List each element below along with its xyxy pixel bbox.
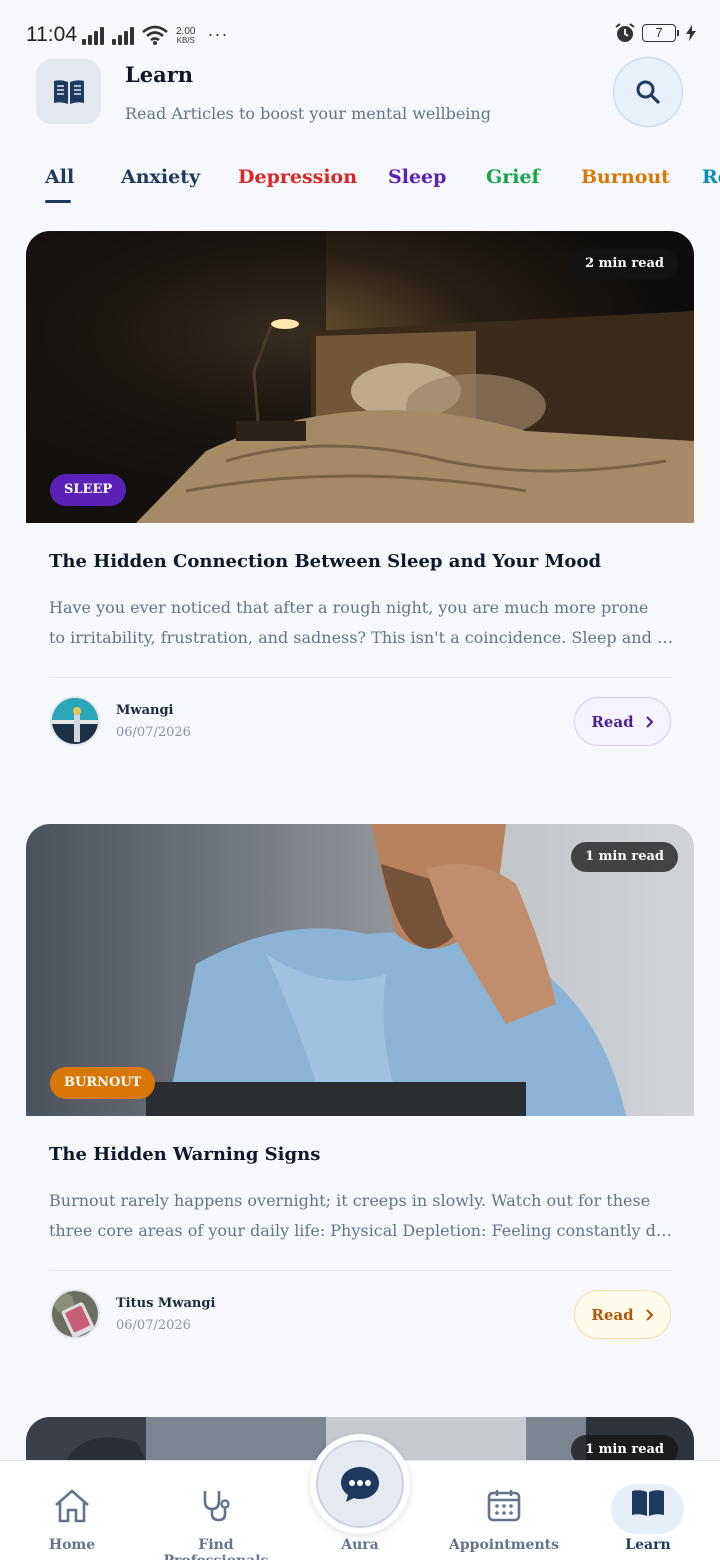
aura-chat-button-inner [316,1440,404,1528]
nav-find-professionals[interactable]: Find Professionals [144,1460,288,1560]
tab-burnout[interactable]: Burnout [581,166,670,188]
signal-icon-2 [112,27,134,45]
article-card[interactable]: 1 min read BURNOUT The Hidden Warning Si… [26,824,694,1384]
nav-learn-label: Learn [625,1537,671,1553]
tab-partial[interactable]: Re [702,166,720,188]
divider [49,1270,672,1271]
nav-find-professionals-label: Find Professionals [163,1537,268,1560]
calendar-icon [487,1490,521,1522]
tab-anxiety[interactable]: Anxiety [121,166,200,188]
active-tab-indicator [45,200,71,203]
article-excerpt: Have you ever noticed that after a rough… [49,593,674,653]
read-time-badge: 2 min read [571,249,678,279]
read-time-badge: 1 min read [571,1435,678,1460]
stethoscope-icon [203,1491,230,1522]
page-subtitle: Read Articles to boost your mental wellb… [125,104,491,123]
article-excerpt: Burnout rarely happens overnight; it cre… [49,1186,674,1246]
signal-icon [82,27,104,45]
excerpt-line: Have you ever noticed that after a rough… [49,598,649,617]
excerpt-line: Burnout rarely happens overnight; it cre… [49,1191,651,1210]
page-title: Learn [125,62,194,87]
chevron-right-icon [645,715,654,728]
nav-aura-label: Aura [341,1537,379,1553]
alarm-icon [615,23,635,42]
home-icon [55,1489,89,1523]
network-speed: 2.00 KB/S [176,26,196,46]
search-button[interactable] [613,57,683,127]
battery-icon: 7 [642,24,679,42]
status-bar: 11:04 2.00 KB/S ··· 7 [0,0,720,60]
article-card[interactable]: 2 min read SLEEP The Hidden Connection B… [26,231,694,791]
tab-all[interactable]: All [45,166,74,188]
category-badge: BURNOUT [50,1067,156,1099]
read-button[interactable]: Read [574,1290,671,1339]
chat-bubble-icon [341,1467,379,1502]
excerpt-line: three core areas of your daily life: Phy… [49,1221,674,1240]
nav-home[interactable]: Home [0,1460,144,1560]
publish-date: 06/07/2026 [116,1318,191,1333]
author-avatar [50,696,100,746]
article-title[interactable]: The Hidden Warning Signs [49,1144,320,1165]
book-open-icon [53,79,84,104]
author-name: Titus Mwangi [116,1296,216,1311]
avatar-image [52,698,98,744]
charging-icon [686,25,696,41]
wifi-icon [142,25,168,45]
read-button[interactable]: Read [574,697,671,746]
tab-sleep[interactable]: Sleep [388,166,446,188]
divider [49,677,672,678]
article-image: 1 min read BURNOUT [26,824,694,1116]
read-button-label: Read [591,1305,634,1324]
nav-appointments[interactable]: Appointments [432,1460,576,1560]
more-status-icon: ··· [207,24,229,44]
article-title[interactable]: The Hidden Connection Between Sleep and … [49,551,601,572]
aura-chat-button[interactable] [310,1434,410,1534]
status-time: 11:04 [26,23,77,46]
article-image: 2 min read SLEEP [26,231,694,523]
nav-home-label: Home [48,1537,96,1553]
read-button-label: Read [591,712,634,731]
net-speed-value: 2.00 [176,26,196,37]
status-right: 7 [614,22,696,44]
learn-header-icon [36,59,101,124]
status-icons: 2.00 KB/S ··· [82,24,228,45]
publish-date: 06/07/2026 [116,725,191,740]
net-speed-unit: KB/S [176,36,195,45]
nav-learn[interactable]: Learn [576,1460,720,1560]
book-icon [632,1490,664,1516]
category-tabs: All Anxiety Depression Sleep Grief Burno… [0,166,720,206]
avatar-image [52,1291,98,1337]
nav-appointments-label: Appointments [449,1537,559,1553]
chevron-right-icon [645,1308,654,1321]
author-name: Mwangi [116,703,174,718]
tab-grief[interactable]: Grief [486,166,540,188]
excerpt-line: to irritability, frustration, and sadnes… [49,628,674,647]
search-icon [636,80,660,104]
read-time-badge: 1 min read [571,842,678,872]
tab-depression[interactable]: Depression [238,166,357,188]
category-badge: SLEEP [50,474,127,506]
author-avatar [50,1289,100,1339]
